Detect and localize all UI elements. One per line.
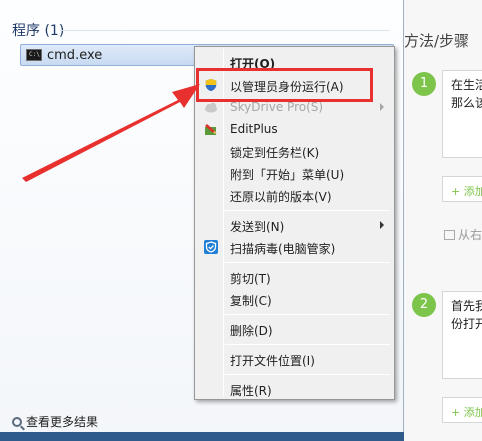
add-button[interactable]: + 添加 <box>442 397 482 423</box>
menu-separator <box>225 344 390 345</box>
see-more-results-label: 查看更多结果 <box>26 415 99 429</box>
menu-item-scan-virus[interactable]: 扫描病毒(电脑管家) <box>197 236 392 258</box>
menu-separator <box>225 262 390 263</box>
from-label: 从右 <box>458 228 482 242</box>
shield-check-icon <box>204 240 218 254</box>
article-panel: 方法/步骤 1 在生活 那么该 + 添加 从右 2 首先我 份打开 + 添加 <box>404 0 482 441</box>
menu-item-cut[interactable]: 剪切(T) <box>197 266 392 288</box>
menu-item-pin-taskbar[interactable]: 锁定到任务栏(K) <box>197 140 392 162</box>
search-icon <box>12 417 22 427</box>
search-bar-strip <box>0 432 404 441</box>
menu-item-send-to[interactable]: 发送到(N) <box>197 214 392 236</box>
step-text-box: 首先我 份打开 <box>442 291 482 379</box>
cmd-console-icon: C:\ <box>26 49 42 61</box>
add-button[interactable]: + 添加 <box>442 176 482 202</box>
editplus-icon <box>205 124 217 135</box>
section-divider <box>60 30 390 31</box>
submenu-arrow-icon <box>380 221 384 229</box>
menu-item-editplus[interactable]: EditPlus <box>197 118 392 140</box>
programs-section-header: 程序 (1) <box>12 23 65 39</box>
search-result-label: cmd.exe <box>47 48 103 63</box>
menu-item-delete[interactable]: 删除(D) <box>197 318 392 340</box>
submenu-arrow-icon <box>380 103 384 111</box>
highlight-box <box>196 68 373 102</box>
article-title: 方法/步骤 <box>404 32 470 50</box>
menu-item-pin-start[interactable]: 附到「开始」菜单(U) <box>197 162 392 184</box>
step-number-badge: 2 <box>412 293 436 317</box>
cloud-icon <box>205 102 217 113</box>
menu-separator <box>225 210 390 211</box>
see-more-results-link[interactable]: 查看更多结果 <box>12 413 98 430</box>
menu-separator <box>225 374 390 375</box>
menu-item-copy[interactable]: 复制(C) <box>197 288 392 310</box>
step-text-line: 首先我 <box>451 299 482 313</box>
step-text-box: 在生活 那么该 <box>442 70 482 158</box>
step-text-line: 在生活 <box>451 78 482 92</box>
menu-item-open-location[interactable]: 打开文件位置(I) <box>197 348 392 370</box>
step-text-line: 那么该 <box>451 96 482 110</box>
menu-separator <box>225 314 390 315</box>
step-number-badge: 1 <box>412 72 436 96</box>
menu-item-properties[interactable]: 属性(R) <box>197 378 392 400</box>
image-icon <box>444 230 455 240</box>
from-link[interactable]: 从右 <box>444 226 482 243</box>
menu-item-restore-versions[interactable]: 还原以前的版本(V) <box>197 184 392 206</box>
step-text-line: 份打开 <box>451 317 482 331</box>
